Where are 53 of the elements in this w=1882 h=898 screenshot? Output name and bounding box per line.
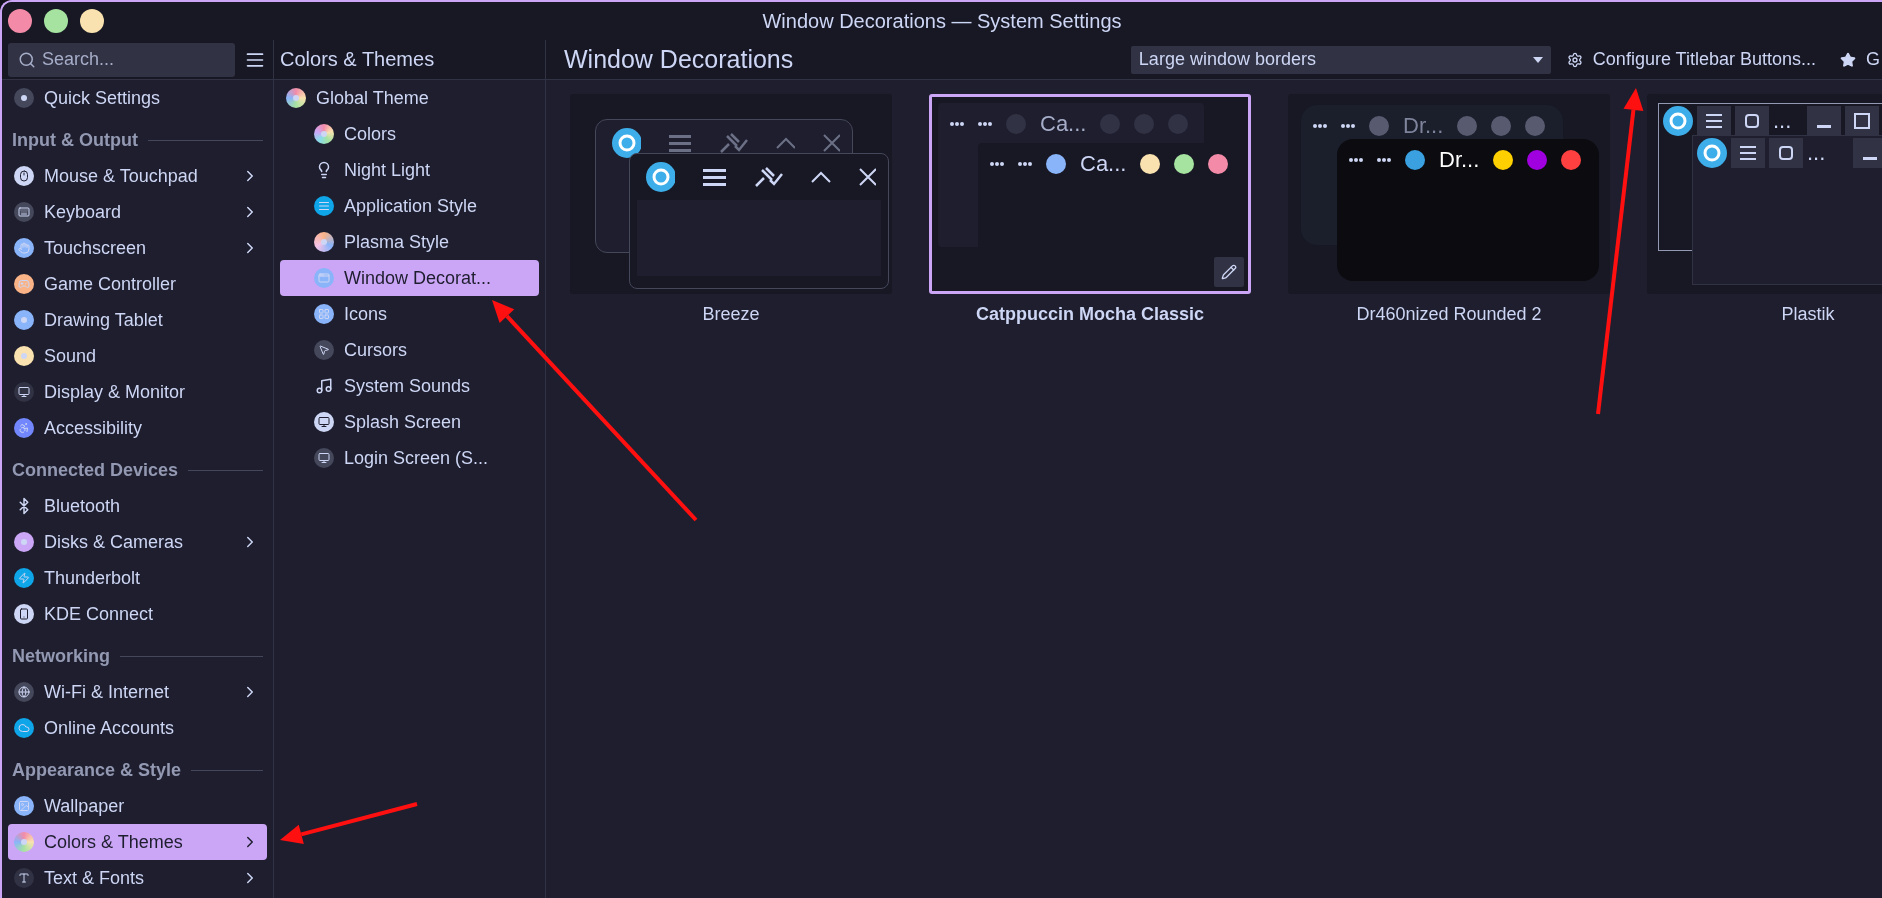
window-title: Window Decorations — System Settings [762, 9, 1122, 32]
sidebar-item[interactable]: Cursors [280, 332, 539, 368]
sidebar-item[interactable]: Sound [8, 338, 267, 374]
sidebar-item[interactable]: Login Screen (S... [280, 440, 539, 476]
sidebar-item[interactable]: Wi-Fi & Internet [8, 674, 267, 710]
theme-name: Plastik [1781, 304, 1835, 325]
theme-preview[interactable]: Dr... Dr... [1288, 94, 1610, 294]
sidebar-item[interactable]: Drawing Tablet [8, 302, 267, 338]
column-title: Colors & Themes [280, 48, 435, 71]
theme-preview[interactable]: ... ... [1647, 94, 1882, 294]
sidebar-item[interactable]: Mouse & Touchpad [8, 158, 267, 194]
sidebar-item[interactable]: Online Accounts [8, 710, 267, 746]
sidebar-item[interactable]: Splash Screen [280, 404, 539, 440]
page-title: Window Decorations [563, 45, 794, 74]
sidebar-item[interactable]: Window Decorat... [280, 260, 539, 296]
sidebar-item[interactable]: Night Light [280, 152, 539, 188]
search-field[interactable]: Search... [8, 42, 235, 77]
configure-button[interactable]: Configure Titlebar Buttons... [1558, 49, 1824, 70]
sidebar-item[interactable]: Bluetooth [8, 488, 267, 524]
theme-name: Catppuccin Mocha Classic [975, 304, 1205, 325]
section-heading: Connected Devices [12, 459, 179, 481]
sidebar-item[interactable]: Application Style [280, 188, 539, 224]
preview-title: Ca... [1080, 151, 1127, 177]
sidebar-item[interactable]: Wallpaper [8, 788, 267, 824]
theme-name: Breeze [702, 304, 760, 325]
sidebar-item[interactable]: Accessibility [8, 410, 267, 446]
sidebar-item[interactable]: Quick Settings [8, 80, 267, 116]
sidebar-item[interactable]: Keyboard [8, 194, 267, 230]
sidebar-item[interactable]: Plasma Style [280, 224, 539, 260]
section-heading: Input & Output [12, 129, 138, 151]
sidebar-item[interactable]: System Sounds [280, 368, 539, 404]
sidebar-item[interactable]: Game Controller [8, 266, 267, 302]
preview-title: Ca... [1040, 111, 1087, 137]
theme-name: Dr460nized Rounded 2 [1356, 304, 1542, 325]
theme-preview[interactable]: Ca... Ca... [929, 94, 1251, 294]
preview-title: ... [1807, 140, 1826, 166]
preview-title: Dr... [1403, 113, 1444, 139]
section-heading: Networking [12, 645, 110, 667]
sidebar-item[interactable]: Disks & Cameras [8, 524, 267, 560]
border-size-dropdown[interactable]: Large window borders [1130, 45, 1551, 74]
preview-title: ... [1773, 108, 1792, 134]
sidebar-item[interactable]: Colors [280, 116, 539, 152]
preview-title: Dr... [1439, 147, 1480, 173]
sidebar-item[interactable]: Text & Fonts [8, 860, 267, 896]
sidebar-item[interactable]: KDE Connect [8, 596, 267, 632]
section-heading: Appearance & Style [12, 759, 182, 781]
sidebar-item[interactable]: Global Theme [280, 80, 539, 116]
sidebar-item[interactable]: Display & Monitor [8, 374, 267, 410]
sidebar-item[interactable]: Colors & Themes [8, 824, 267, 860]
sidebar-item[interactable]: Thunderbolt [8, 560, 267, 596]
sidebar-item[interactable]: Touchscreen [8, 230, 267, 266]
sidebar-item[interactable]: Icons [280, 296, 539, 332]
get-new-button[interactable]: G [1832, 49, 1880, 70]
